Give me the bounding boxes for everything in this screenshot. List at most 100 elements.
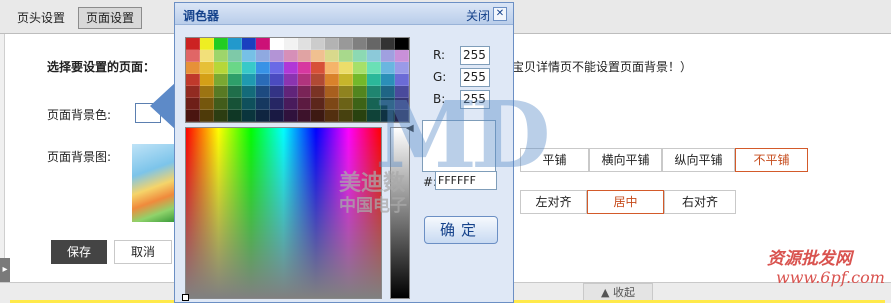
- palette-swatch[interactable]: [297, 98, 312, 110]
- palette-swatch[interactable]: [213, 50, 228, 62]
- palette-swatch[interactable]: [325, 50, 340, 62]
- palette-swatch[interactable]: [395, 38, 409, 50]
- palette-swatch[interactable]: [255, 98, 270, 110]
- palette-swatch[interactable]: [353, 98, 368, 110]
- palette-swatch[interactable]: [283, 62, 298, 74]
- palette-swatch[interactable]: [353, 62, 368, 74]
- palette-swatch[interactable]: [311, 62, 326, 74]
- palette-swatch[interactable]: [269, 50, 284, 62]
- palette-swatch[interactable]: [367, 62, 382, 74]
- palette-swatch[interactable]: [241, 86, 256, 98]
- palette-swatch[interactable]: [339, 74, 354, 86]
- palette-swatch[interactable]: [339, 110, 354, 122]
- palette-swatch[interactable]: [269, 110, 284, 122]
- palette-swatch[interactable]: [297, 86, 312, 98]
- dialog-titlebar[interactable]: [175, 3, 513, 25]
- palette-swatch[interactable]: [199, 74, 214, 86]
- palette-swatch[interactable]: [311, 98, 326, 110]
- palette-swatch[interactable]: [381, 62, 396, 74]
- palette-swatch[interactable]: [186, 74, 200, 86]
- palette-swatch[interactable]: [283, 74, 298, 86]
- palette-swatch[interactable]: [186, 38, 200, 50]
- palette-swatch[interactable]: [325, 110, 340, 122]
- collapse-button[interactable]: ▲ 收起: [583, 283, 653, 301]
- palette-swatch[interactable]: [227, 50, 242, 62]
- palette-swatch[interactable]: [297, 110, 312, 122]
- cancel-button[interactable]: 取消: [114, 240, 172, 264]
- palette-swatch[interactable]: [227, 86, 242, 98]
- palette-swatch[interactable]: [255, 38, 270, 50]
- palette-swatch[interactable]: [241, 110, 256, 122]
- palette-swatch[interactable]: [269, 98, 284, 110]
- dialog-close-link[interactable]: 关闭: [466, 7, 490, 24]
- palette-swatch[interactable]: [283, 86, 298, 98]
- palette-swatch[interactable]: [381, 38, 396, 50]
- palette-swatch[interactable]: [199, 98, 214, 110]
- palette-swatch[interactable]: [339, 38, 354, 50]
- palette-swatch[interactable]: [241, 98, 256, 110]
- palette-swatch[interactable]: [395, 62, 409, 74]
- spectrum-cursor[interactable]: [182, 294, 189, 301]
- palette-swatch[interactable]: [339, 62, 354, 74]
- palette-swatch[interactable]: [199, 86, 214, 98]
- close-icon[interactable]: ✕: [493, 7, 507, 21]
- palette-swatch[interactable]: [213, 98, 228, 110]
- palette-swatch[interactable]: [255, 86, 270, 98]
- palette-swatch[interactable]: [269, 86, 284, 98]
- palette-swatch[interactable]: [213, 38, 228, 50]
- palette-swatch[interactable]: [227, 62, 242, 74]
- palette-swatch[interactable]: [311, 50, 326, 62]
- save-button[interactable]: 保存: [51, 240, 107, 264]
- red-input[interactable]: 255: [460, 46, 490, 65]
- palette-swatch[interactable]: [353, 38, 368, 50]
- palette-swatch[interactable]: [311, 110, 326, 122]
- palette-swatch[interactable]: [311, 74, 326, 86]
- palette-swatch[interactable]: [269, 74, 284, 86]
- palette-swatch[interactable]: [311, 86, 326, 98]
- tab-header-settings[interactable]: 页头设置: [9, 7, 73, 29]
- palette-swatch[interactable]: [199, 50, 214, 62]
- palette-swatch[interactable]: [325, 98, 340, 110]
- palette-swatch[interactable]: [269, 38, 284, 50]
- bg-image-thumbnail[interactable]: [132, 144, 174, 222]
- palette-swatch[interactable]: [381, 50, 396, 62]
- palette-swatch[interactable]: [241, 38, 256, 50]
- align-left-button[interactable]: 左对齐: [520, 190, 587, 214]
- palette-swatch[interactable]: [297, 74, 312, 86]
- confirm-button[interactable]: 确定: [424, 216, 498, 244]
- palette-swatch[interactable]: [283, 50, 298, 62]
- palette-swatch[interactable]: [255, 110, 270, 122]
- palette-swatch[interactable]: [283, 110, 298, 122]
- palette-swatch[interactable]: [339, 50, 354, 62]
- palette-swatch[interactable]: [297, 62, 312, 74]
- side-expand-handle[interactable]: ▸: [0, 258, 10, 282]
- palette-swatch[interactable]: [199, 38, 214, 50]
- palette-swatch[interactable]: [297, 38, 312, 50]
- palette-swatch[interactable]: [255, 62, 270, 74]
- palette-swatch[interactable]: [353, 50, 368, 62]
- palette-swatch[interactable]: [186, 110, 200, 122]
- palette-swatch[interactable]: [255, 50, 270, 62]
- repeat-x-button[interactable]: 横向平铺: [589, 148, 662, 172]
- palette-swatch[interactable]: [367, 38, 382, 50]
- palette-swatch[interactable]: [325, 38, 340, 50]
- palette-swatch[interactable]: [227, 74, 242, 86]
- palette-swatch[interactable]: [213, 74, 228, 86]
- palette-swatch[interactable]: [227, 38, 242, 50]
- palette-swatch[interactable]: [186, 86, 200, 98]
- palette-swatch[interactable]: [325, 62, 340, 74]
- align-right-button[interactable]: 右对齐: [664, 190, 736, 214]
- palette-swatch[interactable]: [283, 98, 298, 110]
- palette-swatch[interactable]: [297, 50, 312, 62]
- no-repeat-button[interactable]: 不平铺: [735, 148, 808, 172]
- palette-swatch[interactable]: [186, 50, 200, 62]
- palette-swatch[interactable]: [367, 50, 382, 62]
- palette-swatch[interactable]: [227, 98, 242, 110]
- palette-swatch[interactable]: [325, 74, 340, 86]
- palette-swatch[interactable]: [395, 50, 409, 62]
- palette-swatch[interactable]: [241, 50, 256, 62]
- palette-swatch[interactable]: [353, 86, 368, 98]
- repeat-y-button[interactable]: 纵向平铺: [662, 148, 735, 172]
- palette-swatch[interactable]: [186, 98, 200, 110]
- palette-swatch[interactable]: [339, 86, 354, 98]
